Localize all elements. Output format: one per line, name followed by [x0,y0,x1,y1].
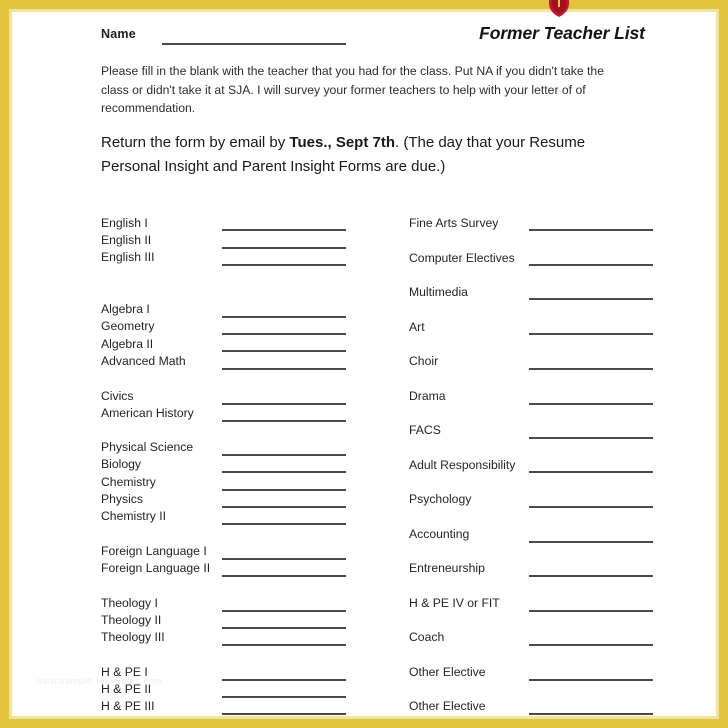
teacher-input-line-left-11[interactable] [222,489,346,491]
course-label-other-elective-13: Other Elective [409,665,486,679]
course-label-adult-responsibility-7: Adult Responsibility [409,458,516,472]
intro-paragraph: Please fill in the blank with the teache… [101,64,604,115]
page-title: Former Teacher List [479,23,645,43]
teacher-input-line-right-11[interactable] [529,610,653,612]
teacher-input-line-right-12[interactable] [529,644,653,646]
teacher-input-line-right-8[interactable] [529,506,653,508]
page-border-right [719,0,728,728]
course-label-english-iii-2: English III [101,250,155,264]
teacher-input-line-left-17[interactable] [222,627,346,629]
course-label-algebra-i-3: Algebra I [101,302,150,316]
course-label-computer-electives-1: Computer Electives [409,251,515,265]
name-input-line[interactable] [162,43,346,45]
teacher-input-line-right-9[interactable] [529,541,653,543]
course-label-biology-10: Biology [101,457,141,471]
teacher-input-line-left-18[interactable] [222,644,346,646]
teacher-input-line-left-7[interactable] [222,403,346,405]
course-label-choir-4: Choir [409,354,439,368]
notice-due-date: Tues., Sept 7th [289,134,395,151]
teacher-input-line-left-15[interactable] [222,575,346,577]
teacher-input-line-left-10[interactable] [222,471,346,473]
teacher-input-line-right-7[interactable] [529,471,653,473]
course-label-h-pe-iv-or-fit-11: H & PE IV or FIT [409,596,500,610]
course-label-accounting-9: Accounting [409,527,470,541]
course-label-geometry-4: Geometry [101,319,155,333]
course-label-drama-5: Drama [409,389,446,403]
teacher-input-line-left-19[interactable] [222,679,346,681]
teacher-input-line-left-3[interactable] [222,316,346,318]
page-border-inner-top [9,9,719,12]
course-label-civics-7: Civics [101,389,134,403]
course-label-facs-6: FACS [409,423,441,437]
course-label-fine-arts-survey-0: Fine Arts Survey [409,216,499,230]
course-label-h-pe-iii-21: H & PE III [101,699,155,713]
course-label-art-3: Art [409,320,425,334]
course-label-chemistry-ii-13: Chemistry II [101,509,167,523]
course-label-coach-12: Coach [409,630,445,644]
notice-text-before: Return the form by email by [101,134,290,151]
course-label-english-ii-1: English II [101,233,152,247]
due-date-notice: Return the form by email by Tues., Sept … [101,131,621,179]
course-label-american-history-8: American History [101,406,194,420]
teacher-input-line-right-10[interactable] [529,575,653,577]
course-label-multimedia-2: Multimedia [409,285,468,299]
course-label-physical-science-9: Physical Science [101,440,194,454]
school-crest-icon [549,0,569,17]
course-label-theology-iii-18: Theology III [101,630,165,644]
teacher-input-line-left-2[interactable] [222,264,346,266]
course-label-physics-12: Physics [101,492,143,506]
teacher-input-line-right-5[interactable] [529,403,653,405]
teacher-input-line-left-14[interactable] [222,558,346,560]
teacher-input-line-left-0[interactable] [222,229,346,231]
course-label-chemistry-11: Chemistry [101,475,156,489]
course-label-psychology-8: Psychology [409,492,472,506]
page-border-bottom [0,719,728,728]
name-label: Name [101,27,136,41]
teacher-input-line-left-4[interactable] [222,333,346,335]
watermark: www.sample-templates.com [36,676,163,686]
course-label-advanced-math-6: Advanced Math [101,354,186,368]
teacher-input-line-right-1[interactable] [529,264,653,266]
teacher-input-line-left-5[interactable] [222,350,346,352]
page-border-inner-left [9,9,12,719]
course-label-theology-ii-17: Theology II [101,613,162,627]
teacher-input-line-left-20[interactable] [222,696,346,698]
teacher-input-line-right-14[interactable] [529,713,653,715]
teacher-input-line-right-0[interactable] [529,229,653,231]
course-label-theology-i-16: Theology I [101,596,158,610]
page-border-left [0,0,9,728]
teacher-input-line-left-8[interactable] [222,420,346,422]
form-page: Name Former Teacher List Please fill in … [0,0,728,728]
teacher-input-line-left-12[interactable] [222,506,346,508]
teacher-input-line-left-21[interactable] [222,713,346,715]
page-border-inner-right [716,9,719,719]
teacher-input-line-left-6[interactable] [222,368,346,370]
course-label-foreign-language-ii-15: Foreign Language II [101,561,211,575]
teacher-input-line-right-3[interactable] [529,333,653,335]
teacher-input-line-right-2[interactable] [529,298,653,300]
teacher-input-line-left-16[interactable] [222,610,346,612]
teacher-input-line-right-4[interactable] [529,368,653,370]
teacher-input-line-left-1[interactable] [222,247,346,249]
course-label-algebra-ii-5: Algebra II [101,337,154,351]
page-border-inner-bottom [9,716,719,719]
page-border-top [0,0,728,9]
teacher-input-line-left-13[interactable] [222,523,346,525]
course-label-foreign-language-i-14: Foreign Language I [101,544,207,558]
teacher-input-line-right-6[interactable] [529,437,653,439]
course-label-entreneurship-10: Entreneurship [409,561,485,575]
teacher-input-line-left-9[interactable] [222,454,346,456]
course-label-other-elective-14: Other Elective [409,699,486,713]
course-label-english-i-0: English I [101,216,148,230]
teacher-input-line-right-13[interactable] [529,679,653,681]
